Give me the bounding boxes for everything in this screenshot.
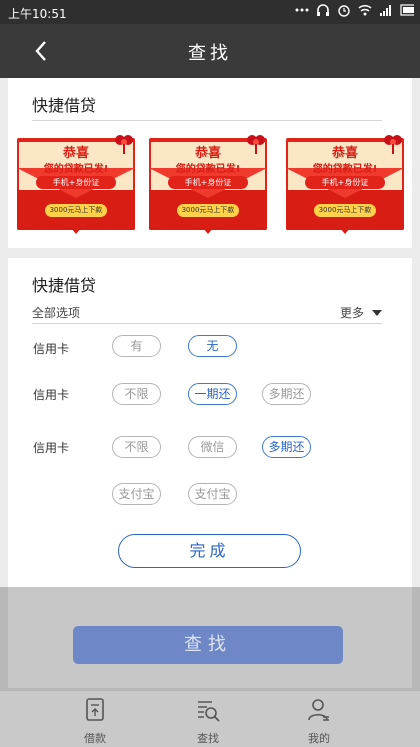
option-pill[interactable]: 有 xyxy=(112,335,161,357)
status-bar: 上午10:51 xyxy=(0,0,420,24)
promo-banner[interactable]: 恭喜 您的贷款已发! 手机+身份证 3000元马上下款 xyxy=(149,135,267,234)
section-title: 快捷借贷 xyxy=(32,276,97,295)
option-row-label: 信用卡 xyxy=(33,342,70,356)
promo-requirement: 手机+身份证 xyxy=(305,176,385,189)
option-pill[interactable]: 支付宝 xyxy=(112,483,161,505)
alarm-icon xyxy=(337,3,351,17)
battery-icon xyxy=(400,3,414,17)
more-dots-icon xyxy=(295,3,309,17)
promo-requirement: 手机+身份证 xyxy=(168,176,248,189)
all-options-label: 全部选项 xyxy=(32,306,81,320)
promo-requirement: 手机+身份证 xyxy=(36,176,116,189)
ribbon-bow-icon xyxy=(247,135,265,154)
promo-subtitle: 您的贷款已发! xyxy=(312,164,378,175)
option-pill-selected[interactable]: 一期还 xyxy=(188,383,237,405)
triangle-down-icon xyxy=(372,309,382,316)
option-pill[interactable]: 不限 xyxy=(112,436,161,458)
option-row-label: 信用卡 xyxy=(33,441,70,455)
promo-subtitle: 您的贷款已发! xyxy=(175,164,241,175)
promo-banner[interactable]: 恭喜 您的贷款已发! 手机+身份证 3000元马上下款 xyxy=(286,135,404,234)
signal-icon xyxy=(379,3,393,17)
user-icon xyxy=(308,699,329,721)
promo-amount: 3000元马上下款 xyxy=(314,204,376,217)
headphones-icon xyxy=(316,3,330,17)
nav-label: 借款 xyxy=(84,732,106,745)
option-pill-selected[interactable]: 多期还 xyxy=(262,436,311,458)
promo-subtitle: 您的贷款已发! xyxy=(43,164,109,175)
nav-item-profile[interactable]: 我的 xyxy=(289,697,349,746)
list-search-icon xyxy=(198,701,220,722)
document-upload-icon xyxy=(86,698,104,721)
nav-item-search[interactable]: 查找 xyxy=(178,697,238,746)
ribbon-bow-icon xyxy=(384,135,402,154)
option-pill[interactable]: 支付宝 xyxy=(188,483,237,505)
title-bar: 查找 xyxy=(0,24,420,78)
filter-header: 全部选项 更多 xyxy=(32,302,382,324)
promo-amount: 3000元马上下款 xyxy=(177,204,239,217)
ribbon-bow-icon xyxy=(115,135,133,154)
option-pill[interactable]: 不限 xyxy=(112,383,161,405)
nav-label: 查找 xyxy=(197,732,219,745)
divider xyxy=(32,120,382,121)
search-button[interactable]: 查找 xyxy=(73,626,343,664)
done-button[interactable]: 完成 xyxy=(118,534,301,568)
page-title: 查找 xyxy=(188,43,232,64)
wifi-icon xyxy=(358,3,372,17)
section-title: 快捷借贷 xyxy=(32,96,97,115)
bottom-nav: 借款 查找 我的 xyxy=(0,690,420,747)
more-label: 更多 xyxy=(339,306,364,320)
more-dropdown[interactable]: 更多 xyxy=(340,304,382,321)
status-icons xyxy=(295,3,414,17)
option-row-label: 信用卡 xyxy=(33,388,70,402)
nav-label: 我的 xyxy=(308,732,330,745)
option-pill[interactable]: 微信 xyxy=(188,436,237,458)
quick-loan-banner-card: 快捷借贷 恭喜 您的贷款已发! 手机+身份证 3000元马上下款 恭喜 您的贷款… xyxy=(8,78,412,248)
promo-amount: 3000元马上下款 xyxy=(45,204,107,217)
option-pill[interactable]: 多期还 xyxy=(262,383,311,405)
nav-item-borrow[interactable]: 借款 xyxy=(65,697,125,746)
option-pill-selected[interactable]: 无 xyxy=(188,335,237,357)
promo-banner[interactable]: 恭喜 您的贷款已发! 手机+身份证 3000元马上下款 xyxy=(17,135,135,234)
status-time: 上午10:51 xyxy=(8,7,67,21)
